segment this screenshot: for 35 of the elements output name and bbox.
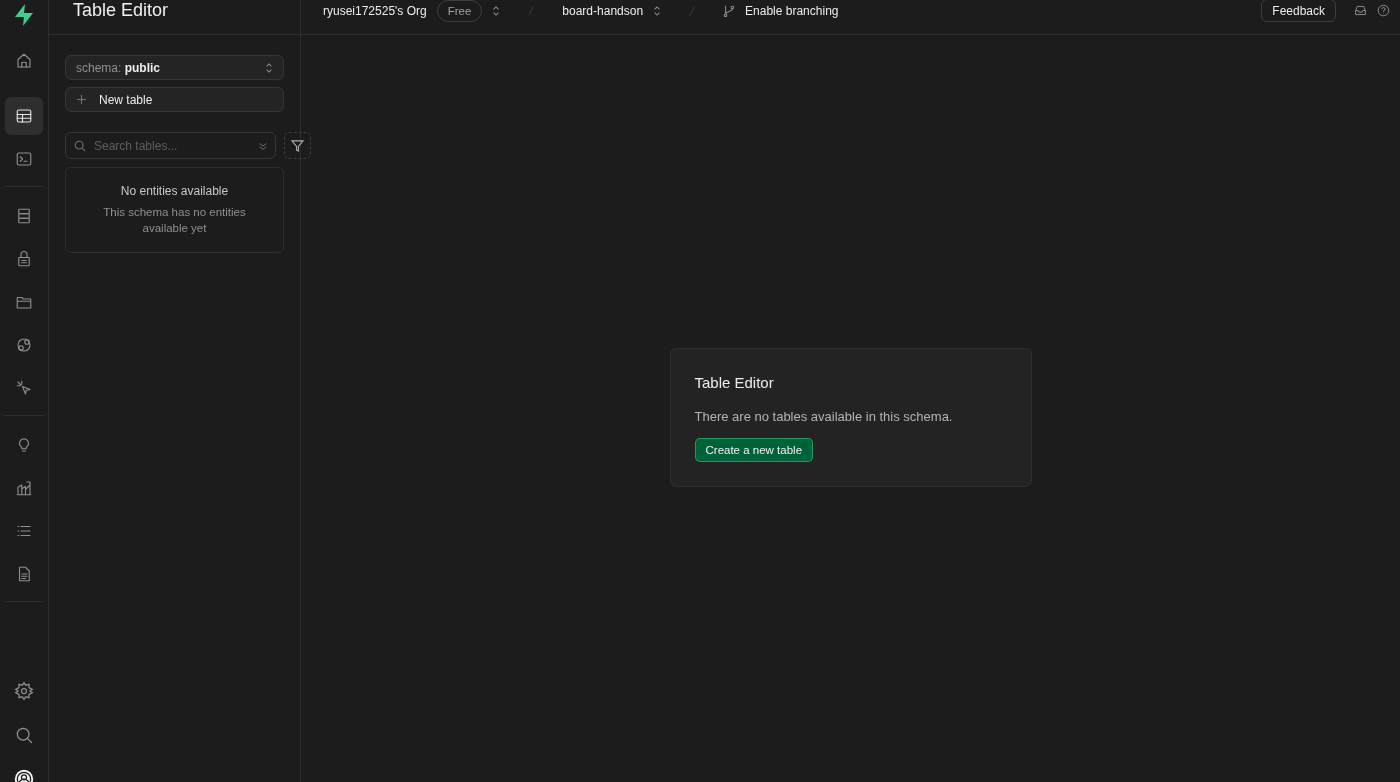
inbox-icon[interactable] — [1354, 4, 1367, 17]
table-icon — [15, 107, 33, 125]
create-table-button[interactable]: Create a new table — [694, 438, 814, 462]
filter-icon — [291, 139, 304, 152]
page-title: Table Editor — [73, 0, 169, 21]
nav-item[interactable] — [5, 97, 43, 135]
cursor-icon — [15, 379, 33, 397]
home-icon — [15, 52, 33, 70]
empty-title: No entities available — [120, 184, 229, 198]
terminal-icon — [15, 150, 33, 168]
new-table-button[interactable]: New table — [65, 87, 284, 112]
help-icon[interactable] — [1377, 4, 1390, 17]
chevron-updown-icon — [265, 61, 273, 74]
logo-icon[interactable] — [12, 3, 36, 27]
circles-icon — [15, 336, 33, 354]
card-title: Table Editor — [694, 374, 774, 391]
schema-selector[interactable]: schema: public — [65, 55, 284, 80]
card-text: There are no tables available in this schema. — [694, 409, 953, 424]
filter-button[interactable] — [284, 132, 311, 159]
project-name[interactable]: board-handson — [562, 3, 644, 18]
branching-link[interactable]: Enable branching — [745, 3, 839, 18]
search-field[interactable]: Search tables... — [65, 132, 276, 159]
settings-icon — [14, 681, 34, 701]
database-icon — [15, 207, 33, 225]
chevron-updown-icon[interactable] — [653, 4, 662, 17]
lock-icon — [15, 250, 33, 268]
plus-icon — [76, 94, 87, 105]
empty-text: This schema has no entities available yet — [102, 205, 247, 236]
branch-icon — [723, 4, 736, 17]
search-icon — [74, 140, 86, 152]
chart-icon — [15, 479, 33, 497]
org-name[interactable]: ryusei172525's Org — [323, 3, 427, 18]
chevron-down-icon[interactable] — [258, 141, 268, 151]
chevron-updown-icon[interactable] — [492, 4, 501, 17]
search-icon — [14, 725, 34, 745]
